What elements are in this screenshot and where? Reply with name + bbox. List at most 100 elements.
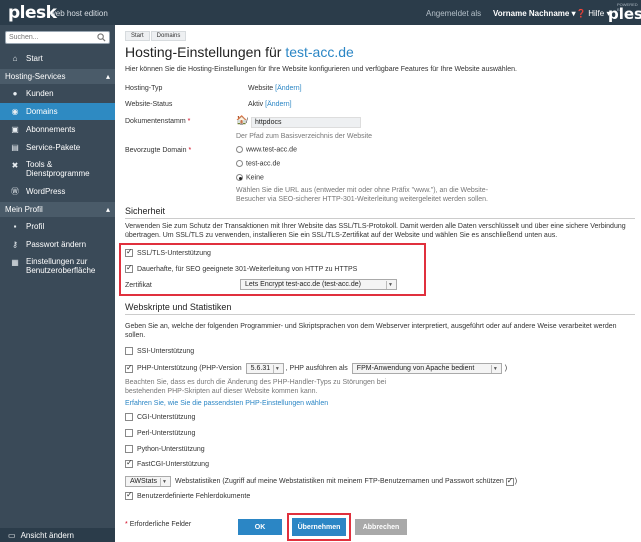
search-input[interactable] (6, 32, 94, 43)
sidebar-item-tools[interactable]: ✖ Tools & Dienstprogramme (0, 157, 115, 183)
breadcrumb: Start Domains (125, 31, 187, 41)
cancel-button[interactable]: Abbrechen (355, 519, 407, 535)
domain-option-plain[interactable]: test-acc.de (236, 160, 280, 167)
sidebar-item-abonnements[interactable]: ▣ Abonnements (0, 121, 115, 138)
sidebar-item-label: Profil (26, 222, 45, 231)
wordpress-icon: Ⓦ (11, 187, 19, 196)
stats-close-paren: ) (514, 478, 518, 485)
radio-plain[interactable] (236, 160, 243, 167)
docroot-label: Dokumentenstamm * (125, 118, 190, 125)
sidebar-item-service-pakete[interactable]: ▤ Service-Pakete (0, 139, 115, 156)
sidebar-item-wordpress[interactable]: Ⓦ WordPress (0, 183, 115, 200)
radio-none[interactable] (236, 174, 243, 181)
php-settings-link[interactable]: Erfahren Sie, wie Sie die passendsten PH… (125, 400, 328, 407)
chevron-down-icon: ▼ (160, 477, 168, 486)
domain-option-www[interactable]: www.test-acc.de (236, 146, 297, 153)
radio-www[interactable] (236, 146, 243, 153)
security-heading: Sicherheit (125, 206, 166, 216)
website-status-text: Aktiv (248, 101, 264, 108)
stats-protect-checkbox[interactable] (505, 476, 514, 486)
php-row: PHP-Unterstützung (PHP-Version 5.6.31▼ ,… (125, 363, 507, 374)
title-domain-link[interactable]: test-acc.de (285, 44, 353, 60)
user-menu[interactable]: Vorname Nachname ▾ (493, 9, 576, 18)
sidebar: ⌂ Start Hosting-Services ▴ ● Kunden ◉ Do… (0, 25, 115, 542)
edition-label: web host edition (50, 9, 108, 18)
stats-label: Webstatistiken (Zugriff auf meine Websta… (175, 478, 504, 485)
fastcgi-checkbox[interactable] (125, 458, 133, 468)
php-handler-select[interactable]: FPM-Anwendung von Apache bedient ▼ (351, 363, 502, 374)
change-status-link[interactable]: [Ändern] (265, 101, 291, 108)
stats-value: AWStats (130, 478, 157, 485)
scripting-heading: Webskripte und Statistiken (125, 302, 232, 312)
sidebar-item-domains[interactable]: ◉ Domains (0, 103, 115, 120)
search-icon[interactable] (97, 33, 106, 42)
settings-icon: ▦ (11, 257, 19, 267)
sidebar-item-label: Einstellungen zur Benutzeroberfläche (26, 257, 96, 275)
ok-button[interactable]: OK (238, 519, 282, 535)
divider (125, 314, 635, 315)
change-view-button[interactable]: ▭ Ansicht ändern (0, 528, 115, 542)
python-checkbox[interactable] (125, 445, 133, 453)
breadcrumb-start[interactable]: Start (125, 31, 150, 41)
page-title: Hosting-Einstellungen für test-acc.de (125, 44, 354, 60)
fastcgi-label: FastCGI-Unterstützung (137, 460, 209, 468)
perl-label: Perl-Unterstützung (137, 429, 196, 437)
preferred-domain-label: Bevorzugte Domain * (125, 147, 191, 154)
perl-row[interactable]: Perl-Unterstützung (125, 429, 195, 437)
scripting-desc-1: Geben Sie an, welche der folgenden Progr… (125, 323, 617, 330)
perl-checkbox[interactable] (125, 429, 133, 437)
package-icon: ▤ (11, 143, 19, 152)
sidebar-item-profil[interactable]: ▪ Profil (0, 218, 115, 235)
sidebar-item-start[interactable]: ⌂ Start (0, 50, 115, 67)
ssl-checkbox[interactable] (125, 247, 133, 257)
php-version-value: 5.6.31 (250, 365, 271, 372)
sidebar-item-label: Start (26, 54, 43, 63)
cgi-row[interactable]: CGI-Unterstützung (125, 413, 195, 421)
domain-option-none[interactable]: Keine (236, 174, 264, 181)
sidebar-item-einstellungen[interactable]: ▦ Einstellungen zur Benutzeroberfläche (0, 254, 115, 280)
sidebar-item-label: Tools & Dienstprogramme (26, 160, 90, 178)
custom-errors-row[interactable]: Benutzerdefinierte Fehlerdokumente (125, 490, 250, 500)
sidebar-section-hosting[interactable]: Hosting-Services ▴ (0, 69, 115, 84)
help-icon: ❓ (576, 9, 586, 18)
preferred-domain-text: Bevorzugte Domain (125, 147, 187, 154)
python-label: Python-Unterstützung (137, 445, 205, 453)
help-menu[interactable]: ❓ Hilfe ▾ (576, 9, 610, 18)
sidebar-item-label: Kunden (26, 89, 54, 98)
redirect-row[interactable]: Dauerhafte, für SEO geeignete 301-Weiter… (125, 263, 357, 273)
signed-in-label: Angemeldet als (426, 9, 482, 18)
python-row[interactable]: Python-Unterstützung (125, 445, 205, 453)
domain-option-label: test-acc.de (246, 160, 281, 168)
certificate-value: Lets Encrypt test-acc.de (test-acc.de) (245, 281, 361, 288)
php-handler-value: FPM-Anwendung von Apache bedient (356, 365, 475, 372)
sidebar-item-kunden[interactable]: ● Kunden (0, 85, 115, 102)
ssi-label: SSI-Unterstützung (137, 347, 195, 355)
sidebar-item-passwort[interactable]: ⚷ Passwort ändern (0, 236, 115, 253)
sidebar-section-profile[interactable]: Mein Profil ▴ (0, 202, 115, 217)
certificate-select[interactable]: Lets Encrypt test-acc.de (test-acc.de) ▼ (240, 279, 397, 290)
php-version-select[interactable]: 5.6.31 ▼ (245, 363, 284, 374)
cgi-checkbox[interactable] (125, 413, 133, 421)
custom-errors-checkbox[interactable] (125, 490, 133, 500)
ssi-checkbox[interactable] (125, 347, 133, 355)
domain-hint-2: Besucher via SEO-sicherer HTTP-301-Weite… (236, 196, 488, 203)
docroot-input[interactable]: httpdocs (251, 117, 361, 128)
breadcrumb-domains[interactable]: Domains (150, 31, 187, 41)
divider (125, 218, 635, 219)
view-icon: ▭ (8, 530, 16, 540)
php-checkbox[interactable] (125, 363, 133, 373)
main-content: Start Domains Hosting-Einstellungen für … (115, 25, 641, 542)
subscriptions-icon: ▣ (11, 125, 19, 134)
required-mark: * (188, 147, 192, 154)
fastcgi-row[interactable]: FastCGI-Unterstützung (125, 458, 209, 468)
stats-select[interactable]: AWStats ▼ (125, 476, 171, 487)
docroot-label-text: Dokumentenstamm (125, 118, 186, 125)
ssi-row[interactable]: SSI-Unterstützung (125, 347, 194, 355)
search-box (5, 31, 110, 44)
change-hosting-type-link[interactable]: [Ändern] (275, 85, 301, 92)
redirect-checkbox[interactable] (125, 263, 133, 273)
chevron-down-icon: ▼ (490, 364, 499, 373)
apply-button[interactable]: Übernehmen (292, 518, 346, 536)
ssl-row[interactable]: SSL/TLS-Unterstützung (125, 247, 211, 257)
sidebar-item-label: WordPress (26, 187, 66, 196)
